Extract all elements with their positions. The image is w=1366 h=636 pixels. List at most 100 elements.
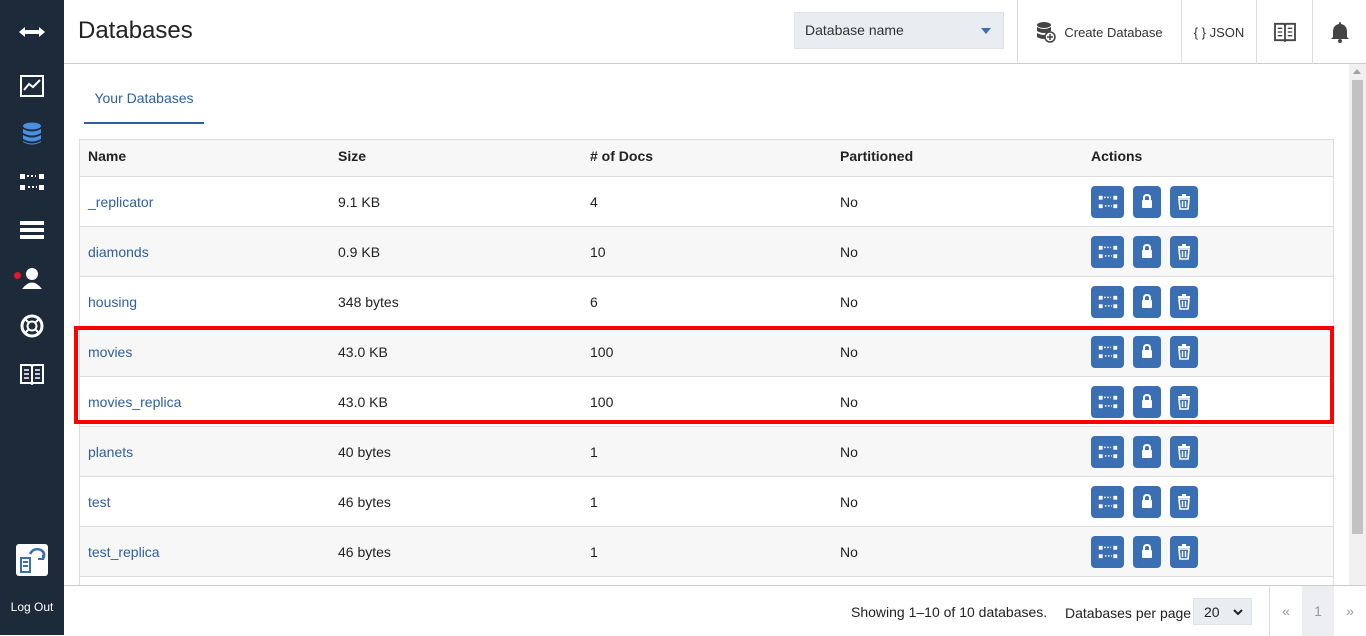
trash-icon [1177, 443, 1191, 460]
database-partitioned: No [840, 443, 858, 460]
trash-icon [1177, 543, 1191, 560]
support-icon[interactable] [0, 306, 64, 346]
documentation-icon[interactable] [0, 354, 64, 394]
trash-icon [1177, 293, 1191, 310]
book-icon [1273, 22, 1296, 42]
replicate-button[interactable] [1091, 435, 1124, 468]
database-partitioned: No [840, 493, 858, 510]
table-header: Name Size # of Docs Partitioned Actions [80, 140, 1333, 177]
notifications-button[interactable] [1312, 0, 1366, 64]
database-size: 46 bytes [338, 493, 391, 510]
replication-icon [1098, 194, 1118, 210]
permissions-button[interactable] [1133, 235, 1161, 268]
create-database-button[interactable]: Create Database [1017, 0, 1181, 64]
docs-button[interactable] [1256, 0, 1312, 64]
tabs: Your Databases [84, 80, 204, 124]
replicate-button[interactable] [1091, 285, 1124, 318]
create-database-label: Create Database [1064, 24, 1163, 40]
chevron-down-icon [981, 28, 991, 34]
database-partitioned: No [840, 243, 858, 260]
showing-text: Showing 1–10 of 10 databases. [851, 604, 1048, 620]
lock-icon [1141, 544, 1153, 559]
trash-icon [1177, 243, 1191, 260]
pager-page-1[interactable]: 1 [1302, 586, 1334, 636]
database-size: 0.9 KB [338, 243, 381, 260]
scrollbar[interactable] [1349, 64, 1366, 585]
database-partitioned: No [840, 293, 858, 310]
delete-button[interactable] [1170, 485, 1198, 518]
database-docs-count: 1 [590, 543, 598, 560]
replication-icon [1098, 294, 1118, 310]
replication-icon [1098, 244, 1118, 260]
database-docs-count: 10 [590, 243, 606, 260]
couchdb-logo-icon [0, 540, 64, 580]
permissions-button[interactable] [1133, 435, 1161, 468]
json-button[interactable]: { } JSON [1181, 0, 1256, 64]
database-partitioned: No [840, 543, 858, 560]
scroll-up-arrow[interactable] [1353, 69, 1361, 74]
delete-button[interactable] [1170, 435, 1198, 468]
trash-icon [1177, 493, 1191, 510]
pager-prev[interactable]: « [1270, 586, 1302, 636]
database-name-link[interactable]: diamonds [88, 244, 149, 260]
database-name-placeholder: Database name [805, 22, 904, 38]
delete-button[interactable] [1170, 535, 1198, 568]
replicate-button[interactable] [1091, 535, 1124, 568]
pager-next[interactable]: » [1334, 586, 1366, 636]
column-header-name[interactable]: Name [88, 140, 126, 176]
expand-icon[interactable] [0, 12, 64, 52]
permissions-button[interactable] [1133, 535, 1161, 568]
database-name-link[interactable]: test_replica [88, 544, 160, 560]
replication-icon[interactable] [0, 162, 64, 202]
per-page-select[interactable]: 20 [1193, 598, 1252, 625]
database-name-link[interactable]: housing [88, 294, 137, 310]
sidebar: Log Out [0, 0, 64, 635]
permissions-button[interactable] [1133, 185, 1161, 218]
header: Databases Database name Create Database … [64, 0, 1366, 64]
database-docs-count: 1 [590, 493, 598, 510]
database-docs-count: 1 [590, 443, 598, 460]
database-name-select[interactable]: Database name [794, 12, 1004, 49]
replicate-button[interactable] [1091, 235, 1124, 268]
database-name-link[interactable]: _replicator [88, 194, 153, 210]
lock-icon [1141, 194, 1153, 209]
replicate-button[interactable] [1091, 485, 1124, 518]
column-header-docs[interactable]: # of Docs [590, 140, 653, 176]
trash-icon [1177, 193, 1191, 210]
database-docs-count: 4 [590, 193, 598, 210]
delete-button[interactable] [1170, 185, 1198, 218]
database-name-link[interactable]: test [88, 494, 111, 510]
database-icon[interactable] [0, 114, 64, 154]
lock-icon [1141, 494, 1153, 509]
per-page-value: 20 [1204, 604, 1220, 620]
database-docs-count: 6 [590, 293, 598, 310]
lock-icon [1141, 244, 1153, 259]
table-row: test 46 bytes 1 No [80, 477, 1333, 527]
permissions-button[interactable] [1133, 285, 1161, 318]
replication-icon [1098, 544, 1118, 560]
column-header-actions: Actions [1091, 148, 1143, 164]
database-size: 40 bytes [338, 443, 391, 460]
logout-link[interactable]: Log Out [0, 600, 64, 614]
per-page-label: Databases per page [1065, 605, 1192, 621]
delete-button[interactable] [1170, 285, 1198, 318]
column-header-size[interactable]: Size [338, 140, 366, 176]
user-icon[interactable] [0, 258, 64, 298]
database-size: 9.1 KB [338, 193, 381, 210]
delete-button[interactable] [1170, 235, 1198, 268]
permissions-button[interactable] [1133, 485, 1161, 518]
database-add-icon [1037, 22, 1057, 43]
highlight-box [74, 326, 1334, 424]
table-row: diamonds 0.9 KB 10 No [80, 227, 1333, 277]
activity-chart-icon[interactable] [0, 66, 64, 106]
replicate-button[interactable] [1091, 185, 1124, 218]
lock-icon [1141, 444, 1153, 459]
database-name-link[interactable]: planets [88, 444, 133, 460]
table-row: test_replica 46 bytes 1 No [80, 527, 1333, 577]
column-header-partitioned: Partitioned [840, 148, 914, 164]
server-icon[interactable] [0, 210, 64, 250]
tab-your-databases[interactable]: Your Databases [84, 80, 204, 124]
database-size: 46 bytes [338, 543, 391, 560]
scroll-thumb[interactable] [1352, 80, 1363, 534]
pagination: « 1 » [1269, 586, 1366, 636]
